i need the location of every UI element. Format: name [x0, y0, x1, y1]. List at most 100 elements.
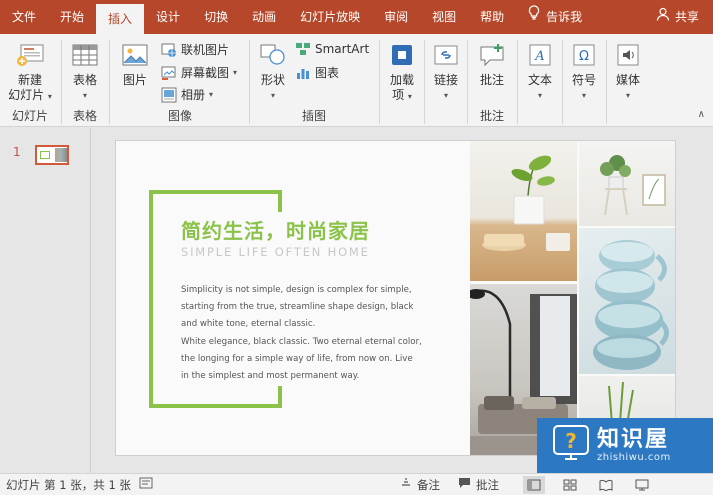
- svg-text:Ω: Ω: [579, 49, 589, 64]
- tab-help[interactable]: 帮助: [468, 0, 516, 34]
- normal-view-button[interactable]: [523, 475, 545, 494]
- svg-text:?: ?: [565, 429, 577, 453]
- chart-icon: [295, 65, 311, 81]
- chart-label: 图表: [315, 66, 340, 80]
- slide-body-text[interactable]: Simplicity is not simple, design is comp…: [181, 282, 431, 385]
- collapse-ribbon-icon[interactable]: ∧: [698, 109, 705, 120]
- green-frame: [278, 190, 282, 212]
- divider: [562, 40, 563, 124]
- smartart-button[interactable]: SmartArt: [295, 41, 369, 57]
- shapes-button[interactable]: 形状 ▾: [256, 40, 290, 103]
- omega-icon: Ω: [569, 40, 599, 70]
- body-line: and white tone, eternal classic.: [181, 319, 316, 330]
- green-frame: [149, 404, 282, 408]
- comments-status-label: 批注: [476, 477, 499, 492]
- photo-plants-shelf[interactable]: [579, 141, 675, 226]
- green-frame: [149, 190, 153, 408]
- reading-view-button[interactable]: [595, 476, 617, 494]
- notes-button[interactable]: 备注: [400, 477, 440, 493]
- tab-insert[interactable]: 插入: [96, 4, 145, 34]
- slide-number: 1: [13, 145, 21, 159]
- screenshot-button[interactable]: 屏幕截图 ▾: [161, 64, 237, 81]
- watermark-title: 知识屋: [597, 427, 670, 452]
- body-line: starting from the true, streamline shape…: [181, 302, 414, 313]
- photo-stacked-cups[interactable]: [579, 228, 675, 374]
- addins-label-2: 项: [392, 88, 405, 102]
- tab-home[interactable]: 开始: [48, 0, 96, 34]
- screenshot-icon: [161, 65, 177, 81]
- tab-file[interactable]: 文件: [0, 0, 48, 34]
- body-line: in the simplest and most permanent way.: [181, 371, 360, 382]
- slideshow-view-button[interactable]: [631, 476, 653, 494]
- slide-count-status: 幻灯片 第 1 张，共 1 张: [6, 477, 131, 492]
- new-slide-button[interactable]: 新建 幻灯片 ▾: [6, 40, 54, 104]
- media-label: 媒体: [615, 73, 640, 87]
- symbols-label: 符号: [571, 73, 596, 87]
- smartart-icon: [295, 41, 311, 57]
- slide-thumbnail-pane: 1: [0, 128, 91, 473]
- slide-subtitle[interactable]: SIMPLE LIFE OFTEN HOME: [181, 245, 370, 259]
- table-button[interactable]: 表格 ▾: [68, 40, 102, 103]
- divider: [606, 40, 607, 124]
- links-button[interactable]: 链接 ▾: [429, 40, 463, 103]
- slide-thumbnail[interactable]: [35, 145, 69, 165]
- addins-icon: [387, 40, 417, 70]
- photo-album-button[interactable]: 相册 ▾: [161, 86, 213, 103]
- green-frame: [149, 190, 282, 194]
- tab-animations[interactable]: 动画: [240, 0, 288, 34]
- slide-canvas[interactable]: 简约生活，时尚家居 SIMPLE LIFE OFTEN HOME Simplic…: [115, 140, 676, 456]
- tab-design[interactable]: 设计: [144, 0, 192, 34]
- group-label-images: 图像: [167, 109, 192, 123]
- watermark-url: zhishiwu.com: [597, 452, 671, 463]
- group-slides: 新建 幻灯片 ▾ 幻灯片: [0, 34, 60, 127]
- green-frame: [278, 386, 282, 408]
- media-button[interactable]: 媒体 ▾: [611, 40, 645, 103]
- group-comments: 批注 批注: [468, 34, 516, 127]
- tab-review[interactable]: 审阅: [372, 0, 420, 34]
- symbols-button[interactable]: Ω 符号 ▾: [567, 40, 601, 103]
- share-button[interactable]: 共享: [644, 0, 713, 34]
- lightbulb-icon: [528, 0, 540, 34]
- text-icon: A: [525, 40, 555, 70]
- addins-button[interactable]: 加载 项 ▾: [385, 40, 419, 104]
- addins-label-1: 加载: [389, 73, 414, 87]
- comment-button[interactable]: 批注: [475, 40, 509, 88]
- tab-slideshow[interactable]: 幻灯片放映: [288, 0, 372, 34]
- shapes-icon: [258, 40, 288, 70]
- body-line: the longing for a simple way of life, fr…: [181, 353, 413, 364]
- new-slide-label-1: 新建: [17, 73, 42, 87]
- group-tables: 表格 ▾ 表格: [62, 34, 108, 127]
- globe-picture-icon: [161, 42, 177, 58]
- link-icon: [431, 40, 461, 70]
- speaker-icon: [613, 40, 643, 70]
- body-line: White elegance, black classic. Two etern…: [181, 336, 422, 347]
- ribbon-insert: 新建 幻灯片 ▾ 幻灯片 表格 ▾ 表格 图片 联机图片 屏幕截图 ▾ 相册 ▾…: [0, 34, 713, 127]
- text-button[interactable]: A 文本 ▾: [523, 40, 557, 103]
- table-icon: [70, 40, 100, 70]
- watermark-logo: ? 知识屋 zhishiwu.com: [537, 418, 713, 473]
- online-pictures-label: 联机图片: [181, 43, 230, 57]
- group-illustrations: 形状 ▾ SmartArt 图表 插图: [250, 34, 378, 127]
- photo-plant-table[interactable]: [470, 141, 577, 281]
- divider: [379, 40, 380, 124]
- chart-button[interactable]: 图表: [295, 64, 339, 81]
- language-icon[interactable]: [139, 477, 153, 492]
- group-label-illustrations: 插图: [301, 109, 326, 123]
- picture-icon: [120, 40, 150, 70]
- online-pictures-button[interactable]: 联机图片: [161, 41, 229, 58]
- question-mark-icon: ?: [551, 423, 591, 468]
- comments-status-button[interactable]: 批注: [458, 477, 499, 493]
- picture-button[interactable]: 图片: [116, 40, 154, 88]
- slide-title[interactable]: 简约生活，时尚家居: [181, 215, 370, 244]
- screenshot-label: 屏幕截图: [181, 66, 230, 80]
- group-label-slides: 幻灯片: [11, 109, 48, 123]
- new-slide-icon: [15, 40, 45, 70]
- group-label-comments: 批注: [479, 109, 504, 123]
- status-bar: 幻灯片 第 1 张，共 1 张 备注 批注: [0, 473, 713, 495]
- tab-view[interactable]: 视图: [420, 0, 468, 34]
- notes-label: 备注: [417, 477, 440, 492]
- shapes-label: 形状: [260, 73, 285, 87]
- slide-sorter-view-button[interactable]: [559, 476, 581, 494]
- tell-me-box[interactable]: 告诉我: [516, 0, 594, 34]
- tab-transitions[interactable]: 切换: [192, 0, 240, 34]
